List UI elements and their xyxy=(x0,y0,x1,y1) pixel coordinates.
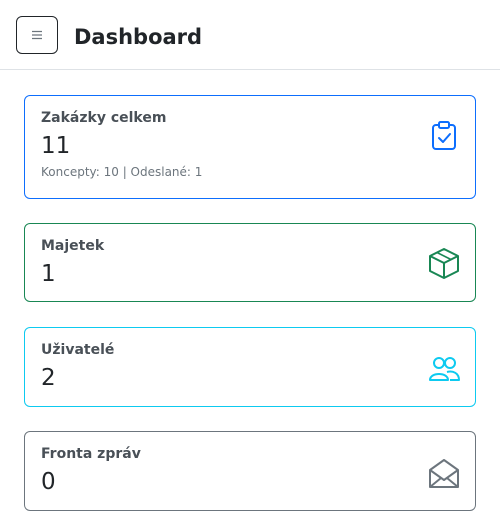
card-value: 11 xyxy=(41,133,71,159)
card-value: 0 xyxy=(41,469,56,495)
top-bar: Dashboard xyxy=(0,0,500,70)
stat-card-users[interactable]: Uživatelé 2 xyxy=(24,327,476,407)
card-value: 1 xyxy=(41,261,56,287)
clipboard-check-icon xyxy=(427,119,461,153)
card-detail: Koncepty: 10 | Odeslané: 1 xyxy=(41,165,203,179)
stat-card-orders[interactable]: Zakázky celkem 11 Koncepty: 10 | Odeslan… xyxy=(24,95,476,199)
card-label: Uživatelé xyxy=(41,342,115,358)
page-title: Dashboard xyxy=(74,25,203,49)
card-label: Zakázky celkem xyxy=(41,110,167,126)
card-value: 2 xyxy=(41,365,56,391)
stat-card-assets[interactable]: Majetek 1 xyxy=(24,223,476,302)
box-icon xyxy=(427,246,461,280)
stat-card-message-queue[interactable]: Fronta zpráv 0 xyxy=(24,431,476,511)
users-icon xyxy=(427,352,461,386)
card-label: Fronta zpráv xyxy=(41,446,141,462)
hamburger-icon xyxy=(32,30,42,40)
card-label: Majetek xyxy=(41,238,105,254)
menu-toggle-button[interactable] xyxy=(16,16,58,54)
